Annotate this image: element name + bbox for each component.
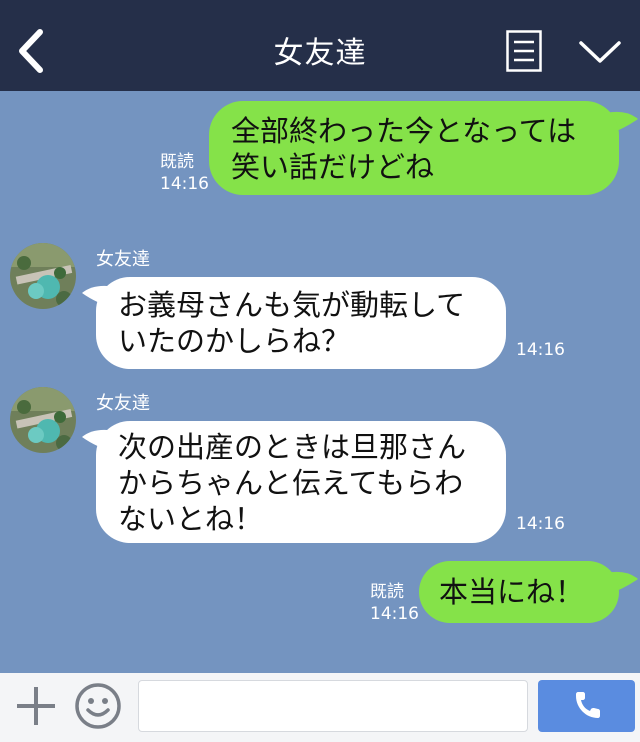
chat-header: 女友達 xyxy=(0,0,640,91)
avatar-image xyxy=(10,387,76,453)
message-time: 14:16 xyxy=(516,514,565,534)
read-receipt: 既読 14:16 xyxy=(370,581,419,625)
message-time: 14:16 xyxy=(516,340,565,360)
sender-name: 女友達 xyxy=(96,393,150,414)
message-line: 本当にね！ xyxy=(439,575,585,609)
read-label: 既読 xyxy=(370,582,404,602)
list-icon[interactable] xyxy=(506,30,542,72)
avatar[interactable] xyxy=(10,387,76,453)
message-line: 笑い話だけどね xyxy=(231,150,435,184)
message-line: 次の出産のときは旦那さん xyxy=(118,430,467,464)
message-time: 14:16 xyxy=(370,604,419,624)
message-bubble[interactable]: 次の出産のときは旦那さん からちゃんと伝えてもらわ ないとね！ xyxy=(96,421,506,543)
chat-area[interactable]: 既読 14:16 全部終わった今となっては 笑い話だけどね 女友達 お義母さんも… xyxy=(0,91,640,673)
message-line: ないとね！ xyxy=(118,502,264,536)
read-receipt: 既読 14:16 xyxy=(160,151,209,195)
plus-icon[interactable] xyxy=(14,684,58,728)
chat-title: 女友達 xyxy=(273,36,367,71)
message-line: からちゃんと伝えてもらわ xyxy=(118,466,464,500)
message-input[interactable] xyxy=(138,680,528,732)
sender-name: 女友達 xyxy=(96,249,150,270)
avatar[interactable] xyxy=(10,243,76,309)
phone-icon xyxy=(576,692,600,718)
message-bubble[interactable]: 本当にね！ xyxy=(419,561,619,623)
message-line: お義母さんも気が動転して xyxy=(118,288,466,322)
message-line: いたのかしらね？ xyxy=(118,324,351,358)
message-bubble[interactable]: 全部終わった今となっては 笑い話だけどね xyxy=(209,101,619,195)
call-button[interactable] xyxy=(538,680,635,732)
read-label: 既読 xyxy=(160,152,194,172)
chevron-down-icon[interactable] xyxy=(578,38,622,66)
message-line: 全部終わった今となっては xyxy=(231,114,577,148)
smiley-icon[interactable] xyxy=(74,682,122,730)
message-time: 14:16 xyxy=(160,174,209,194)
message-bubble[interactable]: お義母さんも気が動転して いたのかしらね？ xyxy=(96,277,506,369)
avatar-image xyxy=(10,243,76,309)
